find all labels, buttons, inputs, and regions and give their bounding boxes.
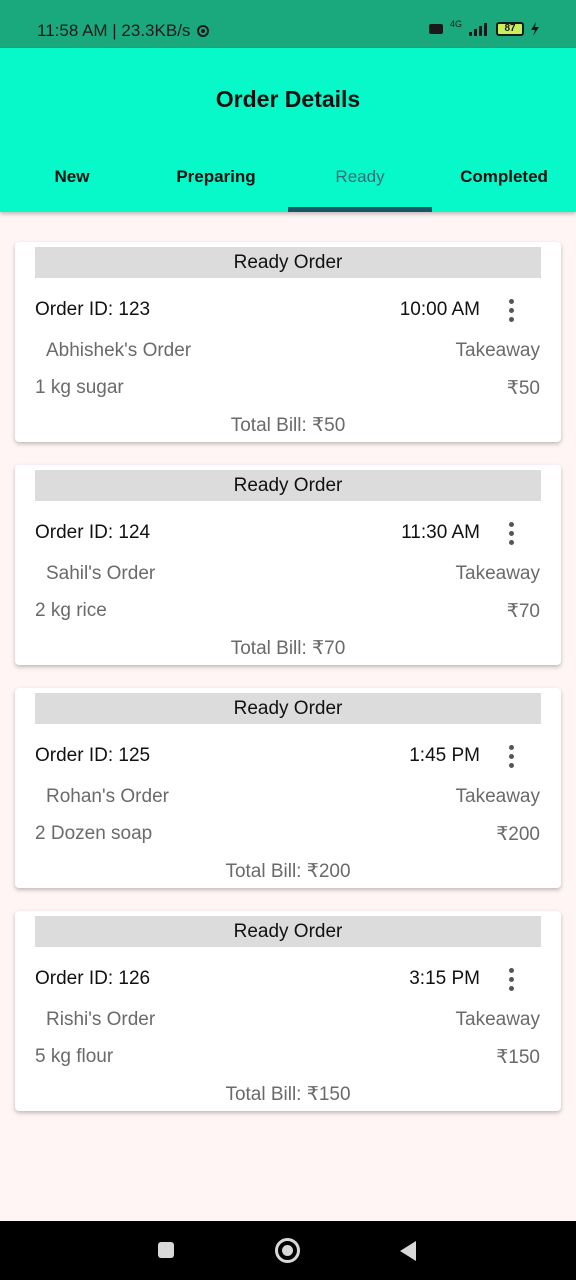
total-bill: Total Bill: ₹200 [225,861,351,882]
order-item: 1 kg sugar [35,377,124,398]
more-vert-icon[interactable] [501,743,521,769]
back-icon[interactable] [380,1221,440,1280]
order-type: Takeaway [455,786,541,807]
card-header: Ready Order [35,247,541,278]
order-id: Order ID: 123 [35,299,151,320]
more-vert-icon[interactable] [501,297,521,323]
system-nav-bar [0,1221,576,1280]
tab-bar: New Preparing Ready Completed [0,148,576,212]
item-price: ₹50 [506,378,540,399]
total-bill: Total Bill: ₹70 [230,638,346,659]
order-time: 1:45 PM [409,745,480,766]
recent-apps-icon[interactable] [136,1221,196,1280]
order-type: Takeaway [455,1009,541,1030]
more-vert-icon[interactable] [501,966,521,992]
total-bill: Total Bill: ₹50 [230,415,346,436]
tab-ready[interactable]: Ready [288,148,432,212]
card-header: Ready Order [35,470,541,501]
order-time: 11:30 AM [401,522,480,543]
customer-name: Rishi's Order [46,1009,156,1030]
order-list: Ready Order Order ID: 123 10:00 AM Abhis… [15,242,561,1134]
app-bar: Order Details New Preparing Ready Comple… [0,48,576,212]
order-card[interactable]: Ready Order Order ID: 125 1:45 PM Rohan'… [15,688,561,888]
order-id: Order ID: 125 [35,745,151,766]
order-time: 10:00 AM [399,299,480,320]
status-time: 11:58 AM | 23.3KB/s [37,21,191,40]
order-id: Order ID: 126 [35,968,151,989]
tab-preparing[interactable]: Preparing [144,148,288,212]
item-price: ₹150 [496,1047,540,1068]
status-bar: 11:58 AM | 23.3KB/s 4G 87 [0,0,576,48]
order-item: 5 kg flour [35,1046,114,1067]
item-price: ₹200 [496,824,540,845]
order-item: 2 Dozen soap [35,823,153,844]
customer-name: Abhishek's Order [46,340,192,361]
card-header: Ready Order [35,693,541,724]
tab-new[interactable]: New [0,148,144,212]
home-icon[interactable] [258,1221,318,1280]
total-bill: Total Bill: ₹150 [225,1084,351,1105]
more-vert-icon[interactable] [501,520,521,546]
charging-icon [531,22,539,36]
order-time: 3:15 PM [409,968,480,989]
order-card[interactable]: Ready Order Order ID: 124 11:30 AM Sahil… [15,465,561,665]
gear-icon [197,25,210,37]
battery-icon: 87 [496,22,524,36]
volte-icon [428,24,443,34]
order-card[interactable]: Ready Order Order ID: 126 3:15 PM Rishi'… [15,911,561,1111]
network-type-label: 4G [449,19,462,29]
signal-icon [469,23,487,36]
order-card[interactable]: Ready Order Order ID: 123 10:00 AM Abhis… [15,242,561,442]
item-price: ₹70 [506,601,540,622]
card-header: Ready Order [35,916,541,947]
order-type: Takeaway [455,340,541,361]
customer-name: Sahil's Order [46,563,156,584]
tab-completed[interactable]: Completed [432,148,576,212]
customer-name: Rohan's Order [46,786,169,807]
page-title: Order Details [215,86,361,112]
order-type: Takeaway [455,563,541,584]
order-item: 2 kg rice [35,600,107,621]
order-id: Order ID: 124 [35,522,151,543]
